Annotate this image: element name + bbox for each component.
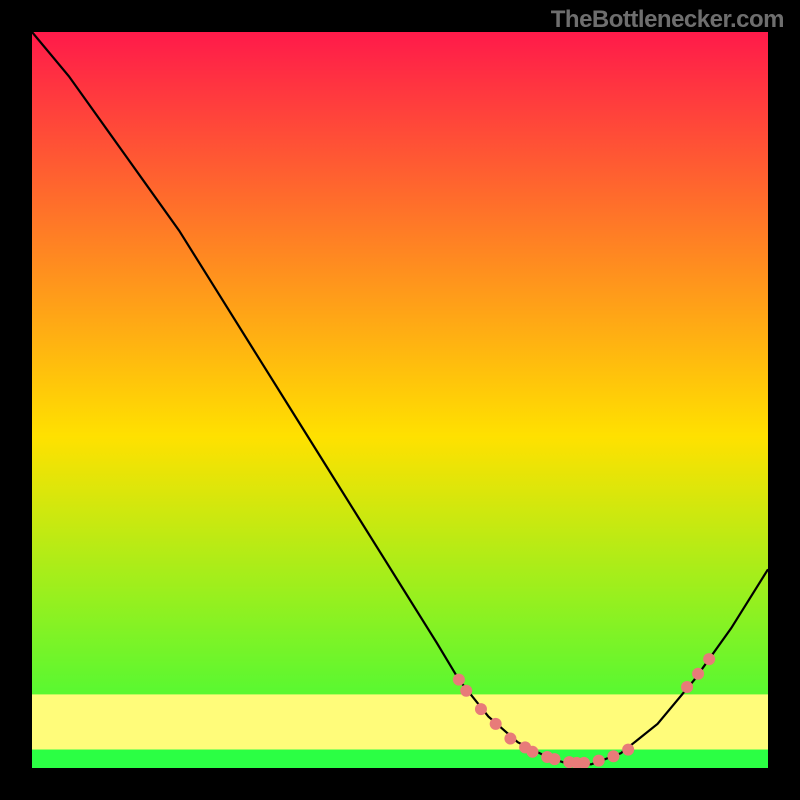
highlight-dot <box>593 755 605 767</box>
highlight-dot <box>703 653 715 665</box>
highlight-dot <box>526 746 538 758</box>
highlight-dot <box>504 733 516 745</box>
highlight-dot <box>460 685 472 697</box>
yellow-band <box>32 694 768 749</box>
chart-svg <box>32 32 768 768</box>
highlight-dot <box>453 674 465 686</box>
green-band <box>32 750 768 768</box>
plot-area <box>32 32 768 768</box>
highlight-dot <box>622 744 634 756</box>
highlight-dot <box>607 750 619 762</box>
highlight-dot <box>475 703 487 715</box>
highlight-dot <box>692 668 704 680</box>
watermark-text: TheBottlenecker.com <box>551 6 784 34</box>
highlight-dot <box>681 681 693 693</box>
gradient-background <box>32 32 768 768</box>
highlight-dot <box>490 718 502 730</box>
highlight-dot <box>549 753 561 765</box>
